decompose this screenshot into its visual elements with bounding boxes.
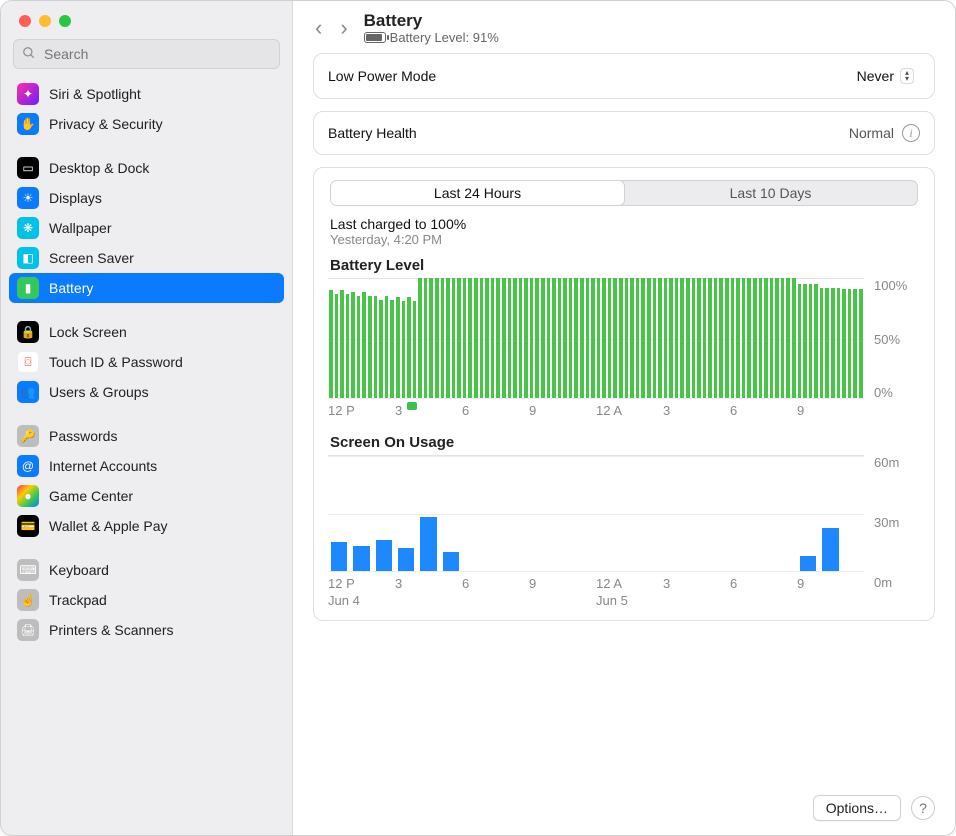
sidebar-item-battery[interactable]: ▮ Battery (9, 273, 284, 303)
options-button[interactable]: Options… (813, 795, 901, 821)
sidebar-item-trackpad[interactable]: ☝ Trackpad (9, 585, 284, 615)
battery-health-value: Normal (849, 125, 894, 141)
minimize-window-button[interactable] (39, 15, 51, 27)
screen-on-chart-x-axis: 12 P36912 A369 (328, 576, 864, 591)
battery-chart-y-axis: 100%50%0% (874, 278, 920, 418)
close-window-button[interactable] (19, 15, 31, 27)
sidebar-icon: 🔑 (17, 425, 39, 447)
sidebar-item-passwords[interactable]: 🔑 Passwords (9, 421, 284, 451)
sidebar-icon: ● (17, 485, 39, 507)
screen-on-chart-title: Screen On Usage (330, 434, 920, 451)
sidebar-item-label: Users & Groups (49, 384, 149, 400)
sidebar-icon: ▭ (17, 157, 39, 179)
sidebar-item-wallpaper[interactable]: ❋ Wallpaper (9, 213, 284, 243)
sidebar-item-internet-accounts[interactable]: @ Internet Accounts (9, 451, 284, 481)
sidebar-item-label: Screen Saver (49, 250, 134, 266)
sidebar-item-label: Trackpad (49, 592, 107, 608)
sidebar-item-keyboard[interactable]: ⌨ Keyboard (9, 555, 284, 585)
dropdown-caret-icon: ▴▾ (900, 68, 914, 84)
sidebar-icon: 💳 (17, 515, 39, 537)
sidebar-item-lock-screen[interactable]: 🔒 Lock Screen (9, 317, 284, 347)
time-range-segmented-control[interactable]: Last 24 Hours Last 10 Days (330, 180, 918, 206)
help-button[interactable]: ? (911, 796, 935, 820)
sidebar-item-label: Wallet & Apple Pay (49, 518, 168, 534)
battery-health-info-icon[interactable]: i (902, 124, 920, 142)
battery-level-chart (328, 279, 864, 399)
sidebar-icon: 🔒 (17, 321, 39, 343)
sidebar-list: ✦ Siri & Spotlight ✋ Privacy & Security ▭ Des… (1, 79, 292, 835)
sidebar-item-label: Privacy & Security (49, 116, 163, 132)
sidebar-icon: 🖨 (17, 619, 39, 641)
sidebar-item-label: Keyboard (49, 562, 109, 578)
screen-on-chart-dates: Jun 4Jun 5 (328, 593, 864, 608)
sidebar-icon: 👥 (17, 381, 39, 403)
sidebar-item-game-center[interactable]: ● Game Center (9, 481, 284, 511)
sidebar-item-label: Printers & Scanners (49, 622, 174, 638)
tab-last-24-hours[interactable]: Last 24 Hours (330, 180, 625, 206)
sidebar-item-label: Touch ID & Password (49, 354, 183, 370)
search-icon (22, 46, 36, 63)
sidebar-item-wallet-apple-pay[interactable]: 💳 Wallet & Apple Pay (9, 511, 284, 541)
sidebar: ✦ Siri & Spotlight ✋ Privacy & Security ▭ Des… (1, 1, 293, 835)
sidebar-icon: @ (17, 455, 39, 477)
sidebar-icon: ☀ (17, 187, 39, 209)
sidebar-item-label: Displays (49, 190, 102, 206)
battery-health-panel: Battery Health Normal i (313, 111, 935, 155)
sidebar-item-label: Lock Screen (49, 324, 127, 340)
screen-on-chart (328, 456, 864, 572)
sidebar-icon: ⌼ (17, 351, 39, 373)
sidebar-item-privacy-security[interactable]: ✋ Privacy & Security (9, 109, 284, 139)
main-panel: ‹ › Battery Battery Level: 91% Low Power… (293, 1, 955, 835)
battery-level-text: Battery Level: 91% (390, 30, 499, 45)
usage-history-panel: Last 24 Hours Last 10 Days Last charged … (313, 167, 935, 621)
sidebar-icon: ❋ (17, 217, 39, 239)
last-charged-subtitle: Yesterday, 4:20 PM (330, 232, 920, 247)
sidebar-item-label: Desktop & Dock (49, 160, 149, 176)
low-power-panel: Low Power Mode Never ▴▾ (313, 53, 935, 99)
sidebar-item-screen-saver[interactable]: ◧ Screen Saver (9, 243, 284, 273)
fullscreen-window-button[interactable] (59, 15, 71, 27)
sidebar-search[interactable] (13, 39, 280, 69)
sidebar-item-label: Siri & Spotlight (49, 86, 141, 102)
sidebar-item-desktop-dock[interactable]: ▭ Desktop & Dock (9, 153, 284, 183)
sidebar-item-touch-id-password[interactable]: ⌼ Touch ID & Password (9, 347, 284, 377)
battery-level-chart-title: Battery Level (330, 257, 920, 274)
sidebar-item-displays[interactable]: ☀ Displays (9, 183, 284, 213)
screen-on-chart-y-axis: 60m30m0m (874, 455, 920, 608)
sidebar-item-label: Passwords (49, 428, 117, 444)
sidebar-item-label: Game Center (49, 488, 133, 504)
charging-marker-icon (407, 402, 417, 410)
sidebar-item-users-groups[interactable]: 👥 Users & Groups (9, 377, 284, 407)
sidebar-item-printers-scanners[interactable]: 🖨 Printers & Scanners (9, 615, 284, 645)
footer: Options… ? (293, 787, 955, 835)
page-title: Battery (364, 11, 499, 31)
battery-icon (364, 32, 386, 43)
page-subtitle: Battery Level: 91% (364, 30, 499, 45)
low-power-label: Low Power Mode (328, 68, 436, 84)
sidebar-icon: ⌨ (17, 559, 39, 581)
sidebar-icon: ☝ (17, 589, 39, 611)
tab-last-10-days[interactable]: Last 10 Days (624, 181, 917, 205)
header: ‹ › Battery Battery Level: 91% (293, 1, 955, 53)
sidebar-icon: ▮ (17, 277, 39, 299)
sidebar-icon: ✋ (17, 113, 39, 135)
nav-forward-button[interactable]: › (338, 15, 349, 41)
sidebar-item-label: Battery (49, 280, 93, 296)
last-charged-title: Last charged to 100% (330, 216, 920, 232)
sidebar-item-siri-spotlight[interactable]: ✦ Siri & Spotlight (9, 79, 284, 109)
nav-back-button[interactable]: ‹ (313, 15, 324, 41)
sidebar-item-label: Wallpaper (49, 220, 112, 236)
low-power-mode-select[interactable]: Never ▴▾ (851, 66, 920, 86)
low-power-mode-value: Never (857, 68, 894, 84)
settings-window: ✦ Siri & Spotlight ✋ Privacy & Security ▭ Des… (0, 0, 956, 836)
sidebar-icon: ✦ (17, 83, 39, 105)
battery-health-label: Battery Health (328, 125, 417, 141)
sidebar-icon: ◧ (17, 247, 39, 269)
search-input[interactable] (42, 45, 271, 63)
sidebar-item-label: Internet Accounts (49, 458, 157, 474)
window-traffic-lights (1, 1, 292, 39)
